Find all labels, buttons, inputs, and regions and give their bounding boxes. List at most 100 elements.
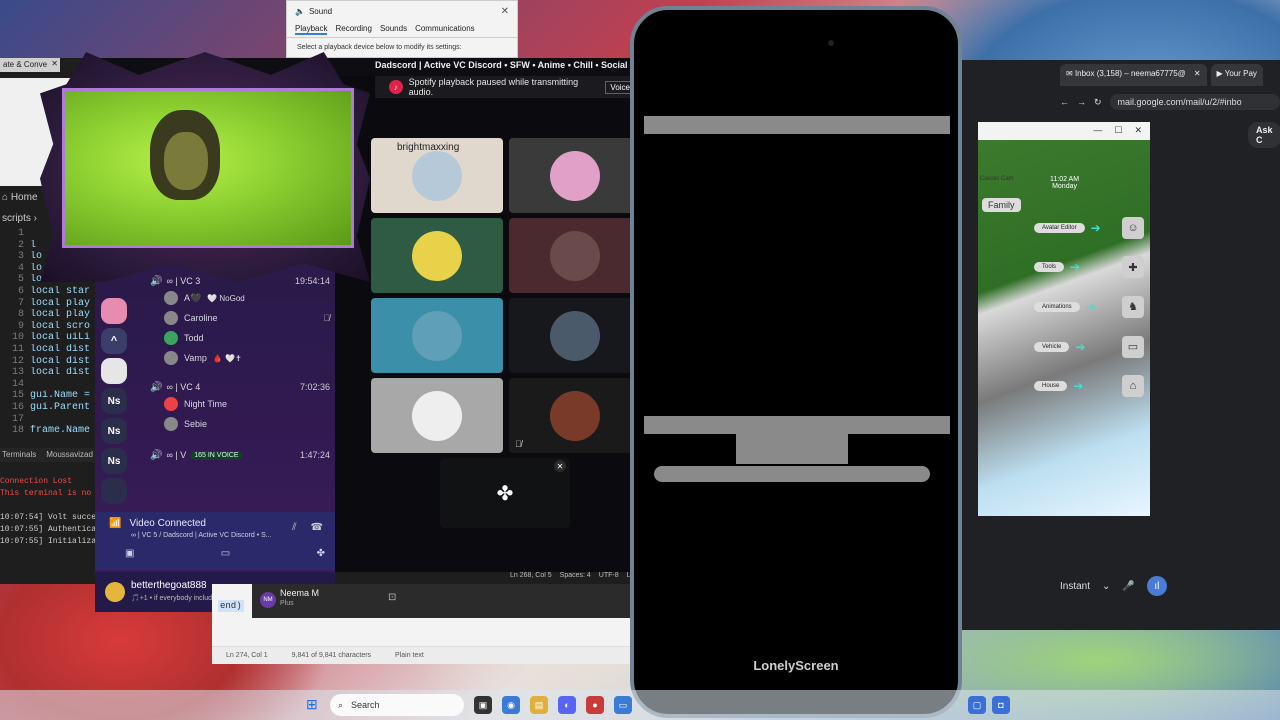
roblox-menu-item[interactable]: Avatar Editor ➔ ☺ [1034,208,1144,248]
code-line[interactable]: 18 frame.Name [0,425,110,437]
maximize-icon[interactable]: ☐ [1114,125,1122,137]
video-connected-status[interactable]: 📶 Video Connected [109,518,206,529]
server-icon[interactable]: ^ [101,328,127,354]
voice-member[interactable]: Sebie [150,414,330,434]
code-line[interactable]: 14 [0,379,110,391]
video-tile[interactable] [371,378,503,453]
video-tile[interactable] [509,218,641,293]
roblox-menu-icon[interactable]: ☺ [1122,216,1144,239]
camera-off-icon[interactable]: ▣ [125,548,134,559]
chrome-icon[interactable]: ◉ [502,696,520,714]
tab-recording[interactable]: Recording [335,24,371,35]
discord-icon[interactable]: ◐ [558,696,576,714]
video-tile[interactable]: 🎙̸ [509,378,641,453]
server-icon[interactable] [101,478,127,504]
terminal-tab-moussavizad[interactable]: Moussavizad [46,450,93,460]
avatar[interactable]: NM [260,592,276,608]
task-view-icon[interactable]: ▣ [474,696,492,714]
roblox-menu-icon[interactable]: ✚ [1122,256,1144,279]
video-tile[interactable]: brightmaxxing [371,138,503,213]
code-line[interactable]: 8 local play [0,309,110,321]
screen-share-icon[interactable]: ▭ [221,548,230,559]
voice-channel[interactable]: 🔊 ∞ | VC 4 7:02:36 Night Time Sebie [150,380,330,434]
voice-channel-header[interactable]: 🔊 ∞ | VC 4 7:02:36 [150,380,330,394]
code-line[interactable]: 6 local star [0,286,110,298]
voice-channel-header[interactable]: 🔊 ∞ | V 165 IN VOICE 1:47:24 [150,448,330,462]
voice-member[interactable]: Vamp 🩸 🤍✝ [150,348,330,368]
ask-gemini-button[interactable]: Ask C [1248,122,1280,148]
close-icon[interactable]: ✕ [1194,69,1201,78]
taskbar-search[interactable]: ⌕ Search [330,694,464,716]
server-icon[interactable]: Ns [101,388,127,414]
video-tile[interactable] [509,138,641,213]
status-line-col[interactable]: Ln 268, Col 5 [510,572,552,579]
terminal-tab-terminals[interactable]: Terminals [2,450,36,460]
app-icon[interactable]: ● [586,696,604,714]
close-icon[interactable]: ✕ [501,6,509,17]
camera-mode-label[interactable]: Classic Cam [980,176,1014,182]
status-encoding[interactable]: UTF-8 [599,572,619,579]
status-spaces[interactable]: Spaces: 4 [560,572,591,579]
code-line[interactable]: 12 local dist [0,356,110,368]
forward-icon[interactable]: → [1077,97,1086,107]
roblox-menu-icon[interactable]: ⌂ [1122,375,1144,398]
roblox-menu-item[interactable]: Animations ➔ ♞ [1034,287,1144,327]
close-icon[interactable]: ✕ [554,460,566,472]
code-line[interactable]: 17 [0,414,110,426]
tab-other[interactable]: ▶ Your Pay [1210,64,1263,86]
notepad-text[interactable]: end) [218,600,244,612]
voice-member[interactable]: Caroline 🎙̸ [150,308,330,328]
voice-channel[interactable]: 🔊 ∞ | VC 3 19:54:14 A🖤 🤍 NoGod Caroline 🎙̸ Todd… [150,274,330,368]
breadcrumb-home[interactable]: ⌂ Home [2,192,38,203]
roblox-menu-item[interactable]: Tools ➔ ✚ [1034,248,1144,288]
app-icon[interactable]: ▢ [968,696,986,714]
voice-member[interactable]: A🖤 🤍 NoGod [150,288,330,308]
voice-member[interactable]: Todd [150,328,330,348]
breadcrumb-scripts[interactable]: scripts › [2,213,37,224]
windows-start-icon[interactable]: ⊞ [306,696,322,712]
code-line[interactable]: 11 local dist [0,344,110,356]
instant-select[interactable]: Instant [1060,581,1090,592]
roblox-menu-icon[interactable]: ▭ [1122,335,1144,358]
code-line[interactable]: 7 local play [0,298,110,310]
code-line[interactable]: 16 gui.Parent [0,402,110,414]
video-tile[interactable] [371,298,503,373]
family-button[interactable]: Family [982,198,1021,212]
close-icon[interactable]: ✕ [51,59,58,68]
avatar[interactable] [105,582,125,602]
roblox-game-view[interactable]: Classic Cam 11:02 AM Monday Family Avata… [978,140,1150,516]
voice-mode-icon[interactable]: ıl [1146,576,1167,596]
disconnect-icon[interactable]: ☎ [311,522,323,533]
close-icon[interactable]: ✕ [1134,125,1142,137]
video-tile[interactable] [509,298,641,373]
browser-tab-left[interactable]: ate & Conve ✕ [0,58,60,72]
code-line[interactable]: 9 local scro [0,321,110,333]
vc-location[interactable]: ∞ | VC 5 / Dadscord | Active VC Discord … [131,532,272,539]
roblox-menu-item[interactable]: Vehicle ➔ ▭ [1034,327,1144,367]
activities-icon[interactable]: ✤ [317,548,325,559]
video-tile[interactable] [371,218,503,293]
tab-communications[interactable]: Communications [415,24,475,35]
voice-member[interactable]: Night Time [150,394,330,414]
username[interactable]: betterthegoat888 [131,580,207,591]
tab-sounds[interactable]: Sounds [380,24,407,35]
minimize-icon[interactable]: — [1093,125,1102,137]
file-explorer-icon[interactable]: ▤ [530,696,548,714]
back-icon[interactable]: ← [1060,97,1069,107]
mic-icon[interactable]: 🎤 [1122,581,1134,592]
url-input[interactable]: mail.google.com/mail/u/2/#inbo [1109,94,1280,110]
app-icon[interactable]: ◘ [992,696,1010,714]
roblox-menu-item[interactable]: House ➔ ⌂ [1034,366,1144,406]
code-line[interactable]: 15 gui.Name = [0,390,110,402]
app-icon[interactable]: ▭ [614,696,632,714]
server-icon[interactable]: Ns [101,418,127,444]
voice-channel[interactable]: 🔊 ∞ | V 165 IN VOICE 1:47:24 [150,448,330,462]
server-icon[interactable]: Ns [101,448,127,474]
noise-suppression-icon[interactable]: ⫽ [292,522,296,533]
activity-launcher[interactable]: ✤ ✕ [440,458,570,528]
tab-playback[interactable]: Playback [295,24,328,35]
code-line[interactable]: 10 local uiLi [0,332,110,344]
sidebar-toggle-icon[interactable]: ⊡ [388,592,396,603]
server-icon[interactable] [101,358,127,384]
roblox-menu-icon[interactable]: ♞ [1122,295,1144,318]
